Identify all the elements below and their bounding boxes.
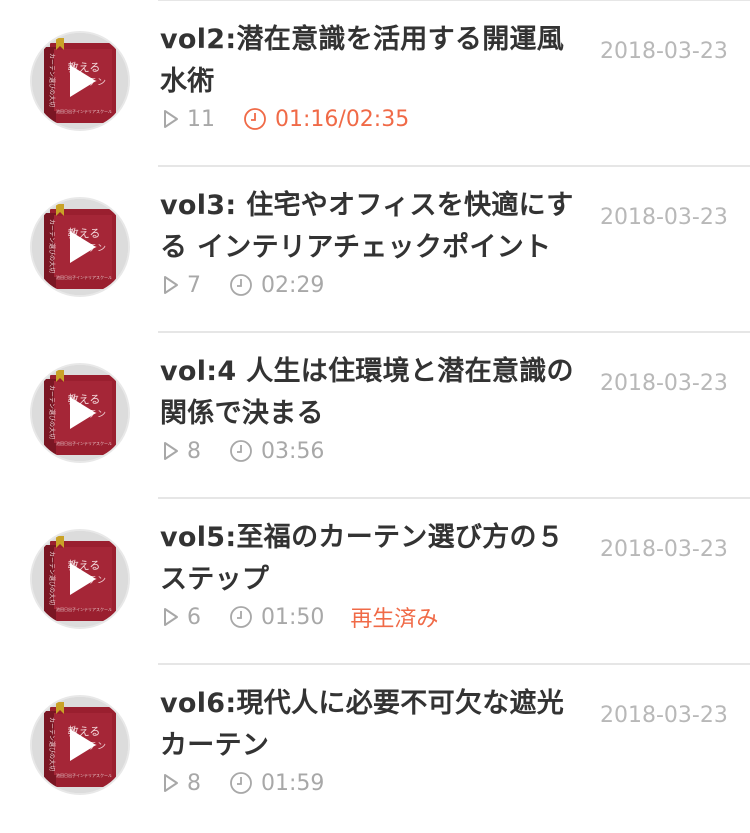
episode-thumbnail[interactable]: 教える カーテン カーテン選びの大切 池田日出子インテリアスクール xyxy=(30,363,130,463)
row-divider xyxy=(158,331,750,333)
episode-thumbnail[interactable]: 教える カーテン カーテン選びの大切 池田日出子インテリアスクール xyxy=(30,529,130,629)
row-divider xyxy=(158,663,750,665)
played-badge: 再生済み xyxy=(350,607,439,632)
cover-footer-text: 池田日出子インテリアスクール xyxy=(56,606,112,612)
play-count-icon xyxy=(164,276,178,294)
cover-footer-text: 池田日出子インテリアスクール xyxy=(56,274,112,280)
play-count: 7 xyxy=(163,273,201,298)
episode-date: 2018-03-23 xyxy=(600,371,728,396)
play-count: 8 xyxy=(163,771,201,796)
episode-title[interactable]: vol6:現代人に必要不可欠な遮光カーテン xyxy=(160,683,580,767)
play-count-icon xyxy=(164,608,178,626)
episode-meta: 8 03:56 xyxy=(163,436,350,466)
duration-value: 03:56 xyxy=(261,438,325,464)
cover-spine-text: カーテン選びの大切 xyxy=(48,717,56,771)
play-count-value: 6 xyxy=(187,604,201,630)
cover-spine-text: カーテン選びの大切 xyxy=(48,219,56,273)
cover-spine-text: カーテン選びの大切 xyxy=(48,53,56,107)
episode-list: 教える カーテン カーテン選びの大切 池田日出子インテリアスクール vol2:潜… xyxy=(0,0,750,833)
duration-value: 01:16/02:35 xyxy=(275,106,410,132)
row-divider xyxy=(158,0,750,1)
episode-thumbnail[interactable]: 教える カーテン カーテン選びの大切 池田日出子インテリアスクール xyxy=(30,31,130,131)
episode-meta: 6 01:50 再生済み xyxy=(163,602,438,632)
duration: 03:56 xyxy=(229,439,324,464)
play-count-icon xyxy=(164,442,178,460)
play-count-value: 7 xyxy=(187,272,201,298)
clock-icon xyxy=(244,108,266,130)
episode-meta: 11 01:16/02:35 xyxy=(163,104,435,134)
row-divider xyxy=(158,497,750,499)
cover-footer-text: 池田日出子インテリアスクール xyxy=(56,108,112,114)
episode-date: 2018-03-23 xyxy=(600,537,728,562)
play-count: 11 xyxy=(163,107,215,132)
episode-row[interactable]: 教える カーテン カーテン選びの大切 池田日出子インテリアスクール vol:4 … xyxy=(0,331,750,497)
episode-thumbnail[interactable]: 教える カーテン カーテン選びの大切 池田日出子インテリアスクール xyxy=(30,695,130,795)
play-count: 6 xyxy=(163,605,201,630)
episode-row[interactable]: 教える カーテン カーテン選びの大切 池田日出子インテリアスクール vol3: … xyxy=(0,165,750,331)
episode-row[interactable]: 教える カーテン カーテン選びの大切 池田日出子インテリアスクール vol5:至… xyxy=(0,497,750,663)
cover-footer-text: 池田日出子インテリアスクール xyxy=(56,440,112,446)
episode-meta: 8 01:59 xyxy=(163,768,350,798)
cover-spine-text: カーテン選びの大切 xyxy=(48,551,56,605)
episode-meta: 7 02:29 xyxy=(163,270,350,300)
cover-spine-text: カーテン選びの大切 xyxy=(48,385,56,439)
clock-icon xyxy=(230,274,252,296)
episode-title[interactable]: vol3: 住宅やオフィスを快適にする インテリアチェックポイント xyxy=(160,185,580,269)
cover-footer-text: 池田日出子インテリアスクール xyxy=(56,772,112,778)
episode-row[interactable]: 教える カーテン カーテン選びの大切 池田日出子インテリアスクール vol2:潜… xyxy=(0,0,750,165)
clock-icon xyxy=(230,772,252,794)
episode-title[interactable]: vol:4 人生は住環境と潜在意識の関係で決まる xyxy=(160,351,580,435)
play-count-value: 11 xyxy=(187,106,215,132)
duration-value: 01:59 xyxy=(261,770,325,796)
episode-title[interactable]: vol2:潜在意識を活用する開運風水術 xyxy=(160,19,580,103)
duration: 02:29 xyxy=(229,273,324,298)
play-count-value: 8 xyxy=(187,770,201,796)
episode-date: 2018-03-23 xyxy=(600,703,728,728)
episode-thumbnail[interactable]: 教える カーテン カーテン選びの大切 池田日出子インテリアスクール xyxy=(30,197,130,297)
play-count-value: 8 xyxy=(187,438,201,464)
episode-title[interactable]: vol5:至福のカーテン選び方の５ステップ xyxy=(160,517,580,601)
clock-icon xyxy=(230,606,252,628)
duration-value: 02:29 xyxy=(261,272,325,298)
duration: 01:16/02:35 xyxy=(243,107,409,132)
row-divider xyxy=(158,165,750,167)
episode-row[interactable]: 教える カーテン カーテン選びの大切 池田日出子インテリアスクール vol6:現… xyxy=(0,663,750,829)
play-count-icon xyxy=(164,110,178,128)
clock-icon xyxy=(230,440,252,462)
duration: 01:59 xyxy=(229,771,324,796)
episode-date: 2018-03-23 xyxy=(600,205,728,230)
episode-date: 2018-03-23 xyxy=(600,39,728,64)
play-count: 8 xyxy=(163,439,201,464)
duration: 01:50 xyxy=(229,605,324,630)
play-count-icon xyxy=(164,774,178,792)
duration-value: 01:50 xyxy=(261,604,325,630)
